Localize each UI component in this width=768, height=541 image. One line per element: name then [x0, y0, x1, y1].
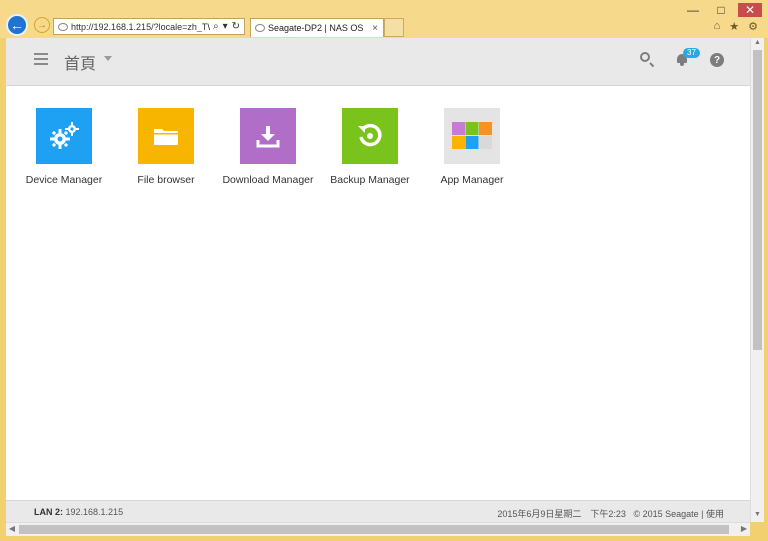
home-icon[interactable]: ⌂	[714, 20, 721, 33]
search-address-icon[interactable]: ⌕	[213, 21, 219, 32]
app-label: Download Manager	[222, 174, 314, 186]
minimize-button[interactable]: —	[682, 3, 704, 17]
forward-button[interactable]: →	[34, 17, 50, 33]
browser-window: — □ ✕ ← → http://192.168.1.215/?locale=z…	[0, 0, 768, 541]
page-content: 首頁 37 ? Device Manager File browser Down…	[6, 38, 750, 523]
scroll-right-icon[interactable]: ▶	[739, 524, 749, 535]
status-footer: LAN 2: 192.168.1.215 2015年6月9日星期二 下午2:23…	[6, 500, 750, 523]
close-window-button[interactable]: ✕	[738, 3, 762, 17]
app-device-manager[interactable]: Device Manager	[14, 108, 114, 186]
datetime: 2015年6月9日星期二 下午2:23	[497, 509, 626, 519]
app-launcher: Device Manager File browser Download Man…	[6, 108, 750, 208]
app-backup-manager[interactable]: Backup Manager	[320, 108, 420, 186]
app-header: 首頁 37 ?	[6, 38, 750, 86]
app-file-browser[interactable]: File browser	[116, 108, 216, 186]
app-label: File browser	[137, 174, 195, 186]
download-icon	[256, 126, 280, 148]
app-label: Backup Manager	[330, 174, 410, 186]
app-label: Device Manager	[25, 174, 103, 186]
back-button[interactable]: ←	[6, 14, 28, 36]
footer-right: 2015年6月9日星期二 下午2:23 © 2015 Seagate | 使用	[497, 507, 724, 520]
scroll-down-icon[interactable]: ▼	[752, 511, 763, 521]
scroll-up-icon[interactable]: ▲	[752, 39, 763, 49]
browser-action-icons: ⌂ ★ ⚙	[714, 20, 758, 33]
chevron-down-icon[interactable]	[104, 56, 112, 61]
new-tab-button[interactable]	[384, 18, 404, 37]
device-manager-tile[interactable]	[36, 108, 92, 164]
gears-icon	[50, 122, 79, 149]
refresh-icon[interactable]: ↻	[232, 21, 240, 32]
horizontal-scroll-thumb[interactable]	[19, 525, 729, 534]
address-bar[interactable]: http://192.168.1.215/?locale=zh_TW# ⌕ ▾ …	[53, 18, 245, 35]
arrow-right-icon: →	[37, 19, 47, 31]
folder-icon	[154, 129, 178, 145]
maximize-button[interactable]: □	[710, 3, 732, 17]
page-title[interactable]: 首頁	[64, 50, 96, 74]
address-url[interactable]: http://192.168.1.215/?locale=zh_TW#	[71, 22, 210, 32]
vertical-scroll-thumb[interactable]	[753, 50, 762, 350]
settings-icon[interactable]: ⚙	[748, 20, 758, 33]
seagate-tab-icon	[255, 24, 265, 32]
app-label: App Manager	[440, 174, 504, 186]
backup-manager-tile[interactable]	[342, 108, 398, 164]
lan-label: LAN 2:	[34, 507, 63, 517]
lan-ip: 192.168.1.215	[65, 507, 124, 517]
notification-badge: 37	[683, 48, 700, 58]
tab-nas-os[interactable]: Seagate-DP2 | NAS OS ×	[250, 18, 384, 37]
restore-icon	[358, 123, 382, 147]
search-icon[interactable]	[640, 52, 650, 62]
app-grid-icon	[452, 122, 492, 149]
dropdown-icon[interactable]: ▾	[223, 21, 228, 32]
lan-info: LAN 2: 192.168.1.215	[34, 507, 123, 517]
favorites-icon[interactable]: ★	[729, 20, 739, 33]
tab-title: Seagate-DP2 | NAS OS	[268, 23, 364, 33]
download-manager-tile[interactable]	[240, 108, 296, 164]
tab-close-button[interactable]: ×	[372, 23, 378, 34]
copyright-link[interactable]: © 2015 Seagate | 使用	[633, 509, 724, 519]
app-download-manager[interactable]: Download Manager	[218, 108, 318, 186]
app-app-manager[interactable]: App Manager	[422, 108, 522, 186]
window-controls: — □ ✕	[682, 3, 762, 17]
hamburger-menu-icon[interactable]	[34, 53, 48, 65]
address-tools: ⌕ ▾ ↻	[213, 21, 244, 32]
app-manager-tile[interactable]	[444, 108, 500, 164]
file-browser-tile[interactable]	[138, 108, 194, 164]
vertical-scrollbar[interactable]: ▲ ▼	[750, 38, 764, 522]
arrow-left-icon: ←	[10, 17, 24, 33]
help-icon[interactable]: ?	[710, 53, 724, 67]
horizontal-scrollbar[interactable]: ◀ ▶	[6, 522, 750, 536]
site-icon	[58, 22, 68, 31]
browser-toolbar: — □ ✕ ← → http://192.168.1.215/?locale=z…	[0, 0, 768, 38]
scroll-left-icon[interactable]: ◀	[7, 524, 17, 535]
